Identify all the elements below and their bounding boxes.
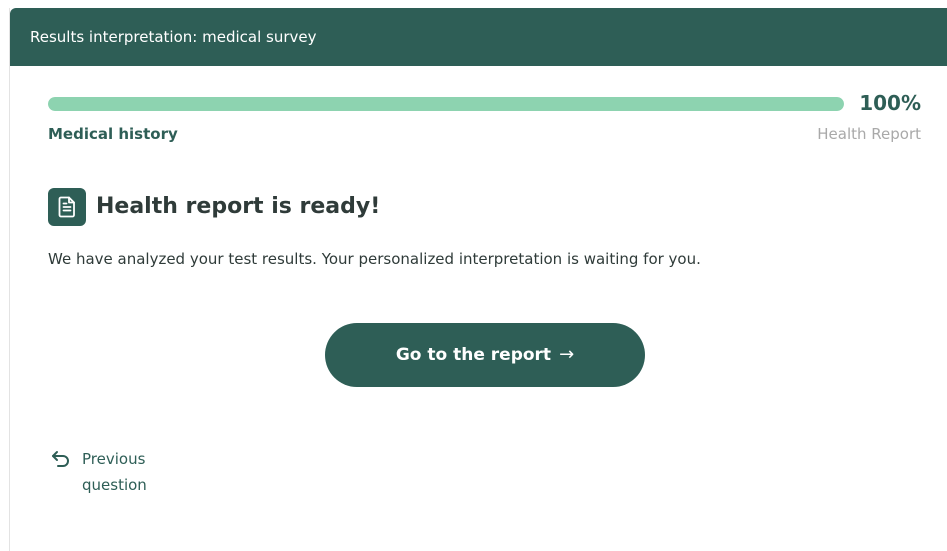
- previous-question-link[interactable]: Previous question: [50, 446, 172, 498]
- go-to-report-label: Go to the report: [395, 345, 552, 365]
- document-icon: [48, 188, 86, 226]
- step-label-current: Medical history: [48, 125, 178, 143]
- previous-question-label: Previous question: [82, 450, 147, 494]
- ready-title: Health report is ready!: [96, 194, 381, 219]
- survey-card: Results interpretation: medical survey 1…: [9, 8, 947, 551]
- progress-fill: [48, 97, 844, 111]
- header-title: Results interpretation: medical survey: [30, 28, 317, 46]
- arrow-right-icon: →: [559, 344, 575, 365]
- progress-percent: 100%: [859, 91, 921, 115]
- card-header: Results interpretation: medical survey: [10, 8, 947, 66]
- undo-arrow-icon: [52, 451, 69, 467]
- go-to-report-button[interactable]: Go to the report →: [325, 323, 645, 387]
- ready-description: We have analyzed your test results. Your…: [48, 250, 701, 268]
- progress-bar: [48, 97, 844, 111]
- step-label-final: Health Report: [817, 125, 921, 143]
